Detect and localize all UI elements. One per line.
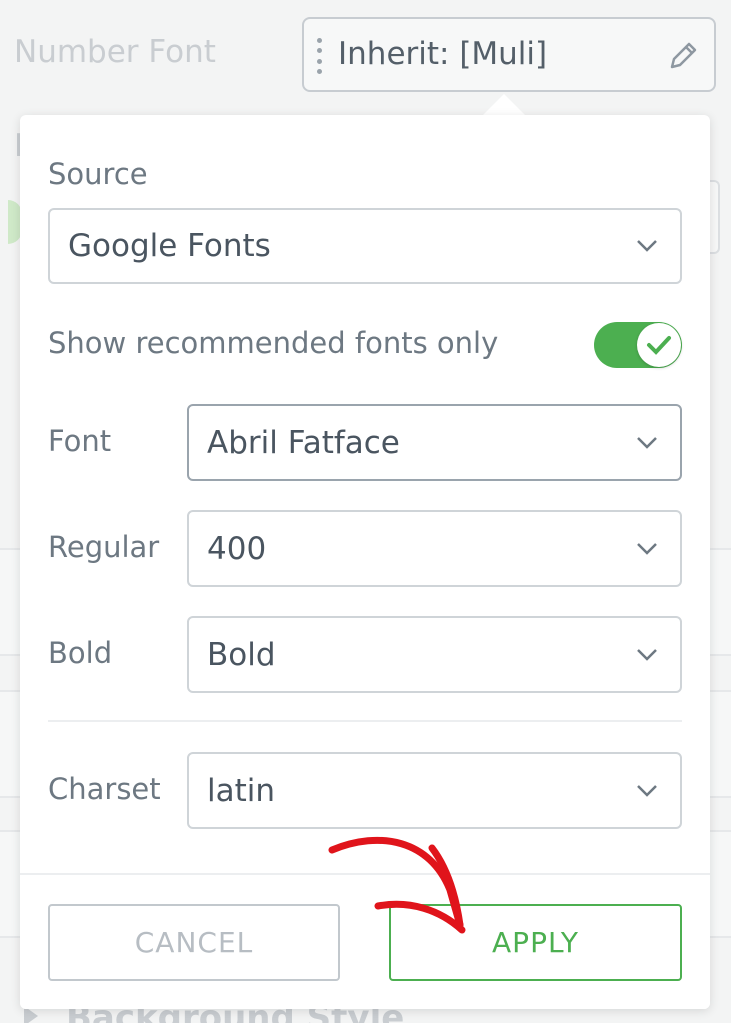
chevron-down-icon	[637, 542, 657, 555]
charset-label: Charset	[48, 772, 161, 806]
recommended-fonts-toggle[interactable]	[594, 322, 682, 368]
cancel-button[interactable]: CANCEL	[48, 904, 340, 981]
divider	[48, 720, 682, 722]
source-select[interactable]: Google Fonts	[48, 208, 682, 284]
bold-weight-select[interactable]: Bold	[187, 616, 682, 693]
annotation-arrow	[328, 836, 466, 934]
chevron-down-icon	[637, 648, 657, 661]
bold-weight-value: Bold	[207, 636, 276, 673]
charset-select[interactable]: latin	[187, 752, 682, 829]
font-select-value: Abril Fatface	[207, 424, 400, 461]
pencil-icon[interactable]	[666, 39, 700, 73]
chevron-down-icon	[637, 436, 657, 449]
font-label: Font	[48, 424, 112, 458]
number-font-field[interactable]: Inherit: [Muli]	[302, 17, 716, 92]
charset-value: latin	[207, 772, 276, 809]
source-label: Source	[48, 157, 148, 191]
source-select-value: Google Fonts	[68, 228, 271, 264]
drag-handle-icon[interactable]	[316, 38, 322, 74]
number-font-value: Inherit: [Muli]	[338, 36, 548, 72]
checkmark-icon	[647, 336, 671, 355]
chevron-down-icon	[637, 784, 657, 797]
regular-weight-label: Regular	[48, 530, 160, 564]
font-select[interactable]: Abril Fatface	[187, 404, 682, 481]
bold-weight-label: Bold	[48, 636, 113, 670]
popover-arrow	[482, 94, 526, 116]
number-font-label: Number Font	[14, 34, 216, 70]
toggle-knob	[637, 323, 681, 367]
regular-weight-select[interactable]: 400	[187, 510, 682, 587]
recommended-fonts-label: Show recommended fonts only	[48, 326, 499, 360]
chevron-down-icon	[637, 240, 657, 252]
regular-weight-value: 400	[207, 530, 267, 567]
